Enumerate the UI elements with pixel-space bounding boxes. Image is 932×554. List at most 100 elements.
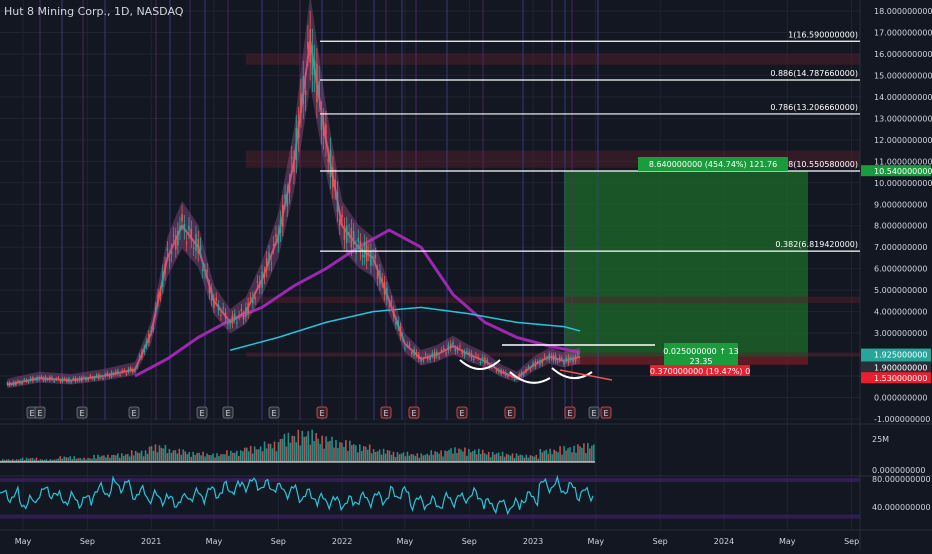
volume-bar	[69, 456, 72, 462]
y-tick-label: 15.000000000	[874, 71, 932, 80]
earnings-marker[interactable]: E	[196, 406, 208, 419]
earnings-marker[interactable]: E	[504, 406, 516, 419]
candle-body	[72, 377, 75, 380]
volume-bar	[378, 449, 381, 462]
volume-bar	[95, 458, 97, 462]
candle-body	[477, 356, 480, 358]
earnings-marker[interactable]: E	[408, 406, 420, 419]
candle-body	[110, 371, 113, 377]
earnings-marker[interactable]: E	[76, 406, 88, 419]
volume-bar	[243, 447, 246, 462]
volume-bar	[214, 457, 216, 462]
candle-body	[249, 297, 252, 299]
volume-bar	[392, 451, 395, 462]
volume-bar	[218, 456, 220, 462]
volume-bar	[357, 452, 359, 462]
candle-body	[577, 354, 579, 356]
volume-bar	[152, 450, 155, 462]
volume-bar	[460, 449, 462, 462]
candle-body	[12, 381, 15, 386]
y-tick-label: 16.000000000	[874, 50, 932, 59]
earnings-marker[interactable]: E	[128, 406, 140, 419]
earnings-marker[interactable]: E	[456, 406, 468, 419]
earnings-marker[interactable]: E	[564, 406, 576, 419]
candle-body	[123, 370, 126, 372]
volume-bar	[204, 456, 206, 462]
rsi-lower-band	[0, 514, 860, 519]
candle-body	[268, 252, 270, 264]
volume-bar	[59, 456, 62, 462]
candle-body	[546, 358, 548, 360]
volume-bar	[477, 448, 480, 462]
volume-bar	[178, 448, 181, 462]
candle-body	[227, 322, 229, 325]
candle-body	[406, 344, 409, 346]
candle-body	[21, 382, 24, 384]
earnings-marker-label: E	[37, 409, 42, 418]
volume-bar	[577, 444, 579, 462]
candle-body	[574, 356, 577, 362]
volume-bar	[347, 451, 349, 462]
volume-bar	[194, 455, 196, 462]
candle-body	[329, 149, 332, 177]
volume-bar	[89, 458, 91, 462]
volume-bar	[196, 452, 198, 462]
volume-bar	[236, 450, 238, 462]
stop-price-label-text: 1.530000000	[874, 374, 927, 383]
chart-canvas[interactable]: 1(16.590000000) 0.886(14.787660000) 0.786(…	[0, 0, 932, 550]
candle-body	[183, 223, 186, 231]
volume-bar	[168, 448, 171, 462]
volume-bar	[323, 448, 325, 462]
candle-body	[164, 263, 166, 274]
candle-body	[204, 270, 206, 273]
volume-bar	[483, 453, 486, 462]
earnings-marker[interactable]: E	[316, 406, 328, 419]
volume-bar	[99, 456, 101, 462]
candle-body	[108, 374, 111, 377]
volume-bar	[295, 442, 298, 462]
earnings-marker[interactable]: E	[268, 406, 280, 419]
candle-body	[46, 379, 49, 381]
volume-bar	[150, 446, 153, 462]
volume-bar	[77, 458, 79, 462]
volume-bar	[241, 451, 244, 462]
entry-price-label: 1.900000000	[861, 361, 931, 373]
volume-bar	[589, 448, 591, 462]
volume-bar	[29, 458, 32, 462]
candle-body	[61, 378, 64, 382]
volume-bar	[239, 450, 242, 462]
volume-bar	[531, 455, 534, 462]
volume-bar	[283, 433, 286, 462]
target-label-text: 8.640000000 (454.74%) 121.76	[649, 160, 777, 169]
volume-bar	[505, 453, 508, 462]
volume-bar	[67, 457, 70, 462]
volume-bar	[398, 454, 401, 462]
volume-bar	[192, 451, 194, 462]
candle-body	[529, 369, 532, 371]
earnings-marker[interactable]: E	[588, 406, 600, 419]
candle-body	[431, 352, 434, 356]
volume-bar	[374, 451, 377, 462]
y-tick-label: 4.000000000	[874, 308, 927, 317]
earnings-marker[interactable]: E	[34, 406, 46, 419]
y-tick-label: 0.000000000	[874, 394, 927, 403]
volume-bar	[489, 457, 492, 462]
pnl-label: 0.025000000 ↑ 1323.35	[663, 343, 739, 367]
candle-body	[286, 194, 289, 207]
candle-body	[345, 225, 348, 243]
earnings-marker[interactable]: E	[380, 406, 392, 419]
candle-body	[313, 61, 316, 76]
candle-body	[159, 292, 162, 296]
volume-bar	[527, 457, 530, 462]
volume-bar	[263, 441, 266, 462]
volume-bar	[591, 445, 593, 462]
earnings-marker[interactable]: E	[222, 406, 234, 419]
candle-body	[119, 374, 121, 376]
candle-body	[365, 244, 368, 262]
earnings-marker[interactable]: E	[600, 406, 612, 419]
candle-body	[117, 370, 119, 375]
fib-label-0.786: 0.786(13.206660000)	[770, 103, 858, 112]
candle-body	[302, 76, 305, 104]
earnings-marker-label: E	[507, 409, 512, 418]
candle-body	[265, 258, 268, 271]
